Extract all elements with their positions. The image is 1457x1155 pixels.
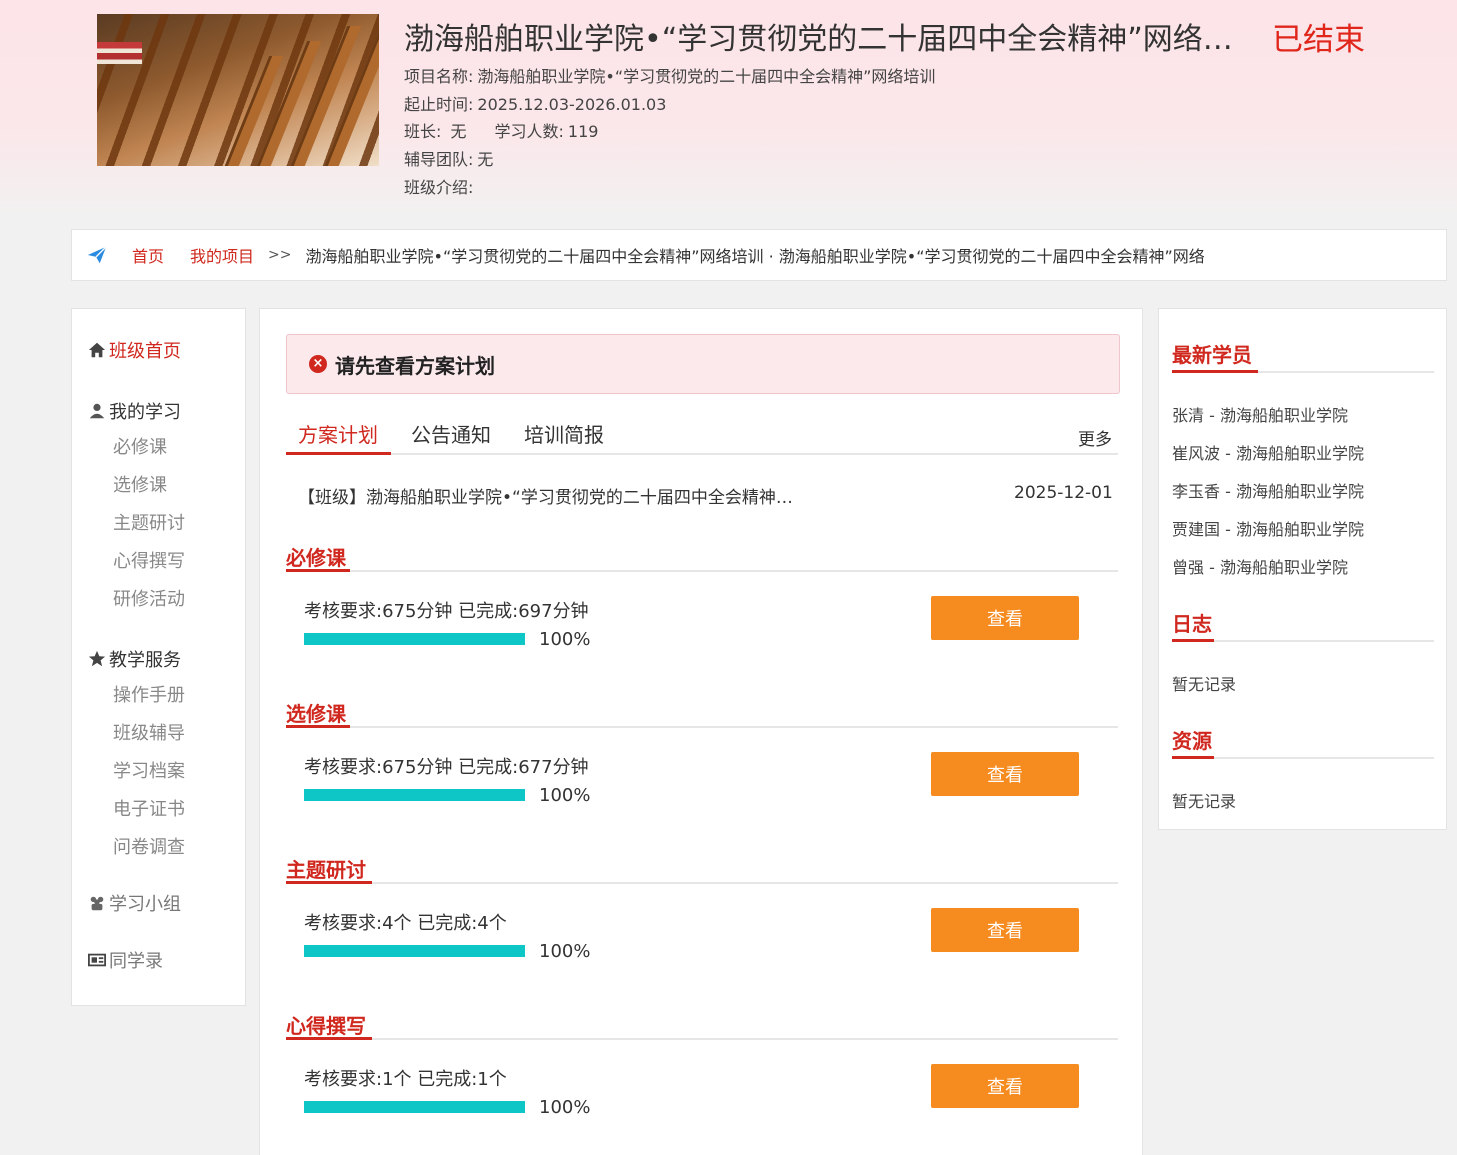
section-topic-requirement: 考核要求:4个 已完成:4个 bbox=[304, 913, 507, 934]
notice-item-title[interactable]: 【班级】渤海船舶职业学院•“学习贯彻党的二十届四中全会精神”网络培训方案 bbox=[298, 483, 798, 508]
section-topic-progress-bar bbox=[304, 945, 525, 957]
nav-reflection-writing[interactable]: 心得撰写 bbox=[113, 547, 185, 573]
section-elective-percent: 100% bbox=[539, 785, 591, 806]
notice-tabs: 方案计划 公告通知 培训简报 更多 bbox=[286, 413, 1118, 455]
nav-study-group-label: 学习小组 bbox=[109, 894, 181, 915]
id-card-icon bbox=[88, 953, 106, 967]
nav-required-course[interactable]: 必修课 bbox=[113, 433, 167, 459]
section-elective-progress-bar bbox=[304, 789, 525, 801]
intro-row: 班级介绍: bbox=[404, 178, 474, 197]
error-circle-icon: × bbox=[309, 355, 327, 373]
home-icon bbox=[88, 342, 106, 358]
section-reflection-view-button[interactable]: 查看 bbox=[931, 1064, 1079, 1108]
nav-my-study[interactable]: 我的学习 bbox=[88, 398, 181, 424]
resource-empty-text: 暂无记录 bbox=[1172, 792, 1237, 811]
student-item: 曾强 - 渤海船舶职业学院 bbox=[1172, 558, 1348, 577]
nav-class-home-label: 班级首页 bbox=[109, 341, 181, 362]
section-topic-title: 主题研讨 bbox=[286, 858, 366, 882]
section-required-header: 必修课 bbox=[286, 542, 1118, 572]
section-required-title: 必修课 bbox=[286, 546, 346, 570]
user-icon bbox=[89, 403, 105, 419]
nav-study-group[interactable]: 学习小组 bbox=[88, 890, 181, 916]
main-panel: × 请先查看方案计划 方案计划 公告通知 培训简报 更多 【班级】渤海船舶职业学… bbox=[259, 308, 1143, 1155]
section-reflection-progress-bar bbox=[304, 1101, 525, 1113]
section-elective-view-button[interactable]: 查看 bbox=[931, 752, 1079, 796]
right-sidebar: 最新学员 张清 - 渤海船舶职业学院 崔风波 - 渤海船舶职业学院 李玉香 - … bbox=[1158, 308, 1447, 830]
log-empty-text: 暂无记录 bbox=[1172, 675, 1237, 694]
nav-survey[interactable]: 问卷调查 bbox=[113, 833, 185, 859]
period-row: 起止时间: 2025.12.03-2026.01.03 bbox=[404, 95, 667, 114]
nav-teaching-service[interactable]: 教学服务 bbox=[88, 646, 181, 672]
class-title: 渤海船舶职业学院•“学习贯彻党的二十届四中全会精神”网络培训 bbox=[404, 22, 1254, 57]
student-item: 张清 - 渤海船舶职业学院 bbox=[1172, 406, 1348, 425]
section-topic-percent: 100% bbox=[539, 941, 591, 962]
nav-study-archive[interactable]: 学习档案 bbox=[113, 757, 185, 783]
nav-classmates-label: 同学录 bbox=[109, 951, 163, 972]
breadcrumb-home-link[interactable]: 首页 bbox=[132, 243, 164, 267]
section-elective-header: 选修课 bbox=[286, 698, 1118, 728]
nav-topic-discussion[interactable]: 主题研讨 bbox=[113, 509, 185, 535]
project-name-row: 项目名称: 渤海船舶职业学院•“学习贯彻党的二十届四中全会精神”网络培训 bbox=[404, 67, 936, 86]
progress-fill bbox=[304, 945, 525, 957]
breadcrumb-current: 渤海船舶职业学院•“学习贯彻党的二十届四中全会精神”网络培训 · 渤海船舶职业学… bbox=[305, 247, 1205, 266]
left-sidebar: 班级首页 我的学习 必修课 选修课 主题研讨 心得撰写 研修活动 教学服务 操作… bbox=[71, 308, 246, 1006]
nav-class-tutoring[interactable]: 班级辅导 bbox=[113, 719, 185, 745]
section-elective-title: 选修课 bbox=[286, 702, 346, 726]
log-title: 日志 bbox=[1172, 612, 1212, 636]
section-topic-view-button[interactable]: 查看 bbox=[931, 908, 1079, 952]
section-topic-header: 主题研讨 bbox=[286, 854, 1118, 884]
student-item: 李玉香 - 渤海船舶职业学院 bbox=[1172, 482, 1364, 501]
progress-fill bbox=[304, 633, 525, 645]
nav-my-study-label: 我的学习 bbox=[109, 402, 181, 423]
class-cover-image bbox=[97, 14, 379, 166]
section-required-view-button[interactable]: 查看 bbox=[931, 596, 1079, 640]
tab-briefing[interactable]: 培训简报 bbox=[524, 419, 604, 448]
group-icon bbox=[90, 896, 104, 911]
section-reflection-title: 心得撰写 bbox=[286, 1014, 366, 1038]
resource-title: 资源 bbox=[1172, 729, 1212, 753]
nav-teaching-service-label: 教学服务 bbox=[109, 650, 181, 671]
log-header: 日志 bbox=[1172, 608, 1434, 642]
latest-students-header: 最新学员 bbox=[1172, 339, 1434, 373]
plan-alert: × 请先查看方案计划 bbox=[286, 334, 1120, 394]
student-item: 贾建国 - 渤海船舶职业学院 bbox=[1172, 520, 1364, 539]
star-icon bbox=[88, 650, 106, 667]
breadcrumb: 首页 我的项目 >> 渤海船舶职业学院•“学习贯彻党的二十届四中全会精神”网络培… bbox=[71, 229, 1447, 281]
breadcrumb-separator: >> bbox=[268, 247, 292, 263]
class-status-badge: 已结束 bbox=[1272, 22, 1365, 58]
section-reflection-requirement: 考核要求:1个 已完成:1个 bbox=[304, 1069, 507, 1090]
breadcrumb-my-projects-link[interactable]: 我的项目 bbox=[190, 243, 254, 267]
team-row: 辅导团队: 无 bbox=[404, 150, 494, 169]
active-tab-underline bbox=[286, 452, 391, 455]
nav-class-home[interactable]: 班级首页 bbox=[88, 337, 181, 363]
class-header: 渤海船舶职业学院•“学习贯彻党的二十届四中全会精神”网络培训 已结束 项目名称:… bbox=[0, 0, 1457, 210]
section-elective-requirement: 考核要求:675分钟 已完成:677分钟 bbox=[304, 757, 589, 778]
more-link[interactable]: 更多 bbox=[1078, 425, 1112, 450]
section-reflection-percent: 100% bbox=[539, 1097, 591, 1118]
nav-classmates[interactable]: 同学录 bbox=[88, 947, 163, 973]
nav-study-activities[interactable]: 研修活动 bbox=[113, 585, 185, 611]
tab-announcement[interactable]: 公告通知 bbox=[411, 419, 491, 448]
latest-students-title: 最新学员 bbox=[1172, 343, 1252, 367]
section-required-progress-bar bbox=[304, 633, 525, 645]
student-item: 崔风波 - 渤海船舶职业学院 bbox=[1172, 444, 1364, 463]
nav-e-certificate[interactable]: 电子证书 bbox=[113, 795, 185, 821]
section-reflection-header: 心得撰写 bbox=[286, 1010, 1118, 1040]
progress-fill bbox=[304, 1101, 525, 1113]
resource-header: 资源 bbox=[1172, 725, 1434, 759]
nav-elective-course[interactable]: 选修课 bbox=[113, 471, 167, 497]
tab-plan[interactable]: 方案计划 bbox=[298, 419, 378, 448]
plan-alert-text: 请先查看方案计划 bbox=[335, 353, 495, 378]
notice-item-date: 2025-12-01 bbox=[1014, 483, 1113, 503]
paper-plane-icon bbox=[87, 246, 107, 264]
section-required-requirement: 考核要求:675分钟 已完成:697分钟 bbox=[304, 601, 589, 622]
monitor-row: 班长: 无学习人数: 119 bbox=[404, 122, 599, 141]
section-required-percent: 100% bbox=[539, 629, 591, 650]
nav-manual[interactable]: 操作手册 bbox=[113, 681, 185, 707]
progress-fill bbox=[304, 789, 525, 801]
